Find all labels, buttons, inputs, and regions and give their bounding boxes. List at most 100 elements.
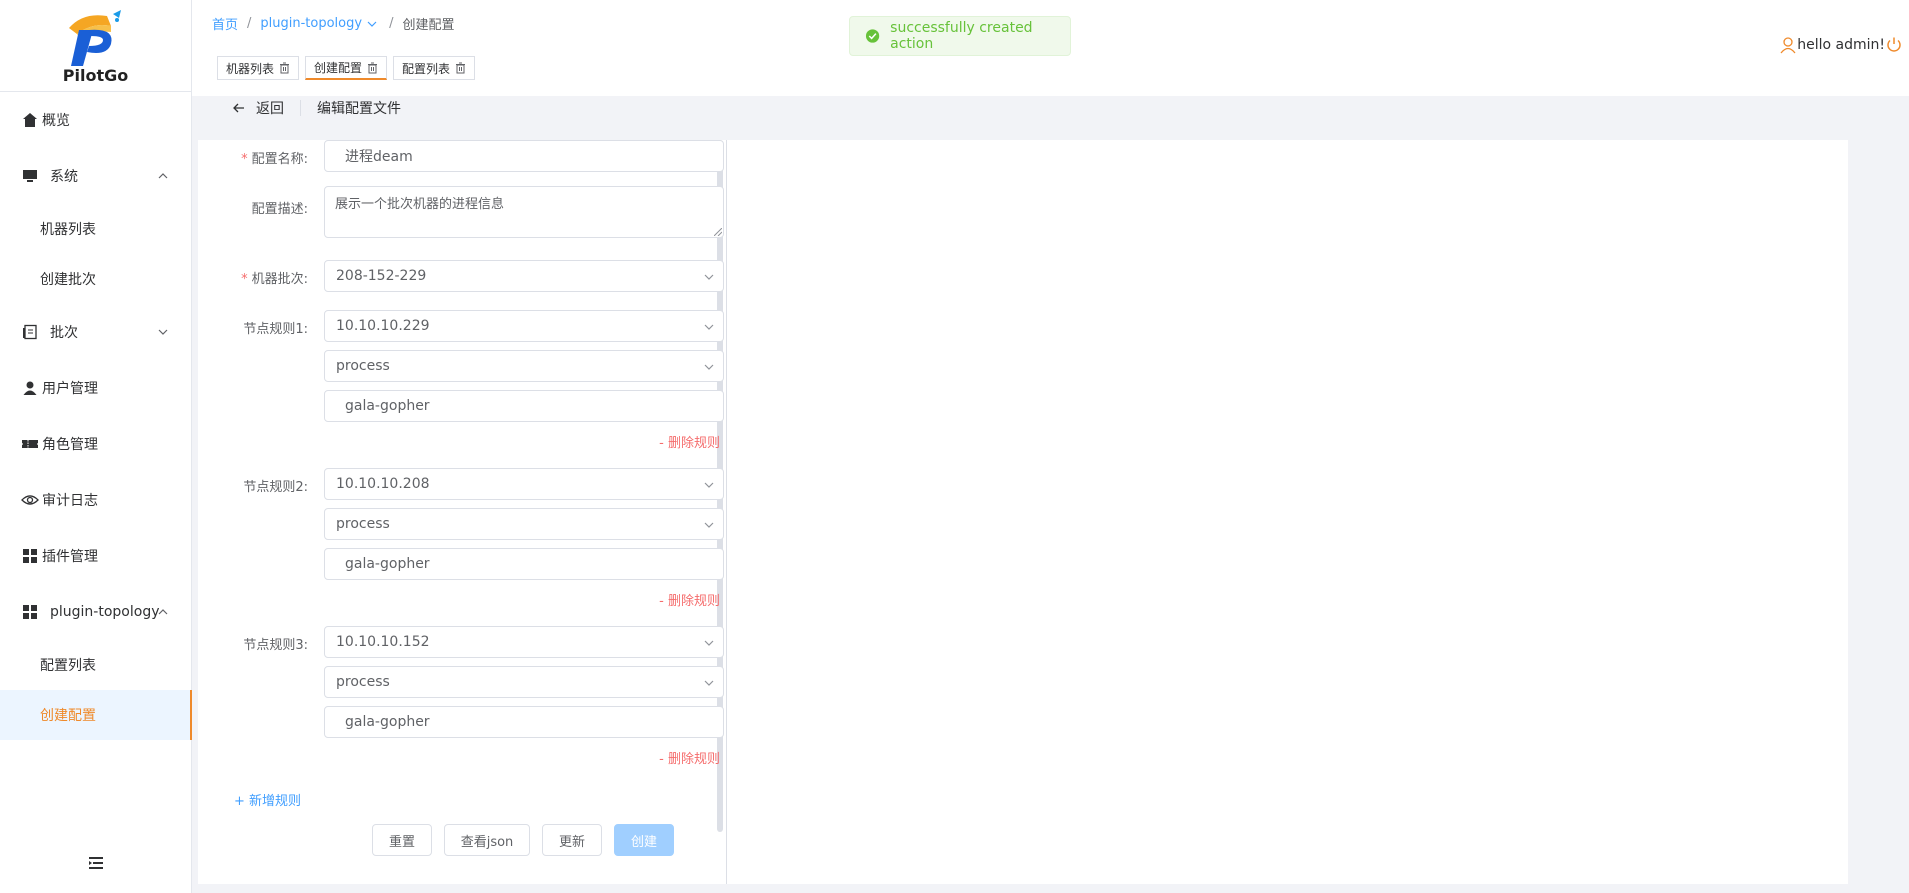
update-button[interactable]: 更新 bbox=[542, 824, 602, 856]
back-button[interactable]: 返回 bbox=[256, 98, 284, 118]
tag-create-config[interactable]: 创建配置 bbox=[305, 56, 388, 80]
breadcrumb-current: 创建配置 bbox=[402, 18, 455, 33]
chevron-up-icon bbox=[158, 609, 168, 615]
sidebar-item-system[interactable]: 系统 bbox=[0, 148, 191, 204]
ticket-icon bbox=[20, 434, 40, 454]
chevron-down-icon bbox=[158, 329, 168, 335]
sidebar-item-audit-log[interactable]: 审计日志 bbox=[0, 472, 191, 528]
rule-3-ip-select[interactable]: 10.10.10.152 bbox=[324, 626, 724, 658]
rule-3-delete-link[interactable]: - 删除规则 bbox=[659, 748, 720, 767]
rule-1-type-select[interactable]: process bbox=[324, 350, 724, 382]
page-header: 返回 编辑配置文件 bbox=[192, 96, 1909, 120]
chevron-down-icon bbox=[704, 364, 714, 370]
home-icon bbox=[20, 110, 40, 130]
sidebar-item-config-list[interactable]: 配置列表 bbox=[0, 640, 191, 690]
config-name-label: * 配置名称: bbox=[241, 152, 308, 167]
menu-collapse-icon[interactable] bbox=[86, 853, 106, 873]
chevron-down-icon bbox=[704, 482, 714, 488]
sidebar-item-plugin-management[interactable]: 插件管理 bbox=[0, 528, 191, 584]
sidebar-item-label: 系统 bbox=[50, 169, 78, 185]
config-desc-textarea[interactable]: 展示一个批次机器的进程信息 bbox=[324, 186, 724, 238]
page-title: 编辑配置文件 bbox=[317, 101, 401, 117]
sidebar-item-label: 创建批次 bbox=[40, 272, 96, 288]
sidebar-item-user-management[interactable]: 用户管理 bbox=[0, 360, 191, 416]
create-button[interactable]: 创建 bbox=[614, 824, 674, 856]
back-arrow-icon[interactable] bbox=[232, 101, 246, 115]
batch-select[interactable]: 208-152-229 bbox=[324, 260, 724, 292]
rule-2-name-input[interactable]: gala-gopher bbox=[324, 548, 724, 580]
eye-icon bbox=[20, 490, 40, 510]
breadcrumb-separator: / bbox=[389, 16, 394, 31]
rule-2-type-select[interactable]: process bbox=[324, 508, 724, 540]
power-icon[interactable] bbox=[1885, 36, 1903, 54]
user-icon bbox=[20, 378, 40, 398]
rule-2-delete-link[interactable]: - 删除规则 bbox=[659, 590, 720, 609]
topology-preview-panel bbox=[726, 140, 1848, 884]
sidebar-item-label: 用户管理 bbox=[42, 381, 98, 397]
rule-3-name-input[interactable]: gala-gopher bbox=[324, 706, 724, 738]
chevron-down-icon[interactable] bbox=[366, 18, 378, 30]
sidebar-item-label: 创建配置 bbox=[40, 708, 96, 724]
reset-button[interactable]: 重置 bbox=[372, 824, 432, 856]
sidebar-item-machine-list[interactable]: 机器列表 bbox=[0, 204, 191, 254]
sidebar-item-label: 配置列表 bbox=[40, 658, 96, 674]
rule-1-name-input[interactable]: gala-gopher bbox=[324, 390, 724, 422]
sidebar-item-create-batch[interactable]: 创建批次 bbox=[0, 254, 191, 304]
chevron-down-icon bbox=[704, 324, 714, 330]
sidebar-item-create-config[interactable]: 创建配置 bbox=[0, 690, 192, 740]
user-outline-icon bbox=[1780, 37, 1796, 54]
toast-message: successfully created action bbox=[890, 20, 1033, 52]
chevron-down-icon bbox=[704, 274, 714, 280]
sidebar-item-overview[interactable]: 概览 bbox=[0, 92, 191, 148]
sidebar-item-label: 审计日志 bbox=[42, 493, 98, 509]
grid-icon bbox=[20, 602, 40, 622]
trash-icon[interactable] bbox=[367, 62, 378, 74]
breadcrumb: 首页 / plugin-topology / 创建配置 bbox=[212, 14, 454, 33]
batch-label: * 机器批次: bbox=[241, 272, 308, 287]
success-toast: successfully created action bbox=[849, 16, 1071, 56]
tag-config-list[interactable]: 配置列表 bbox=[393, 56, 476, 80]
breadcrumb-home[interactable]: 首页 bbox=[212, 14, 238, 33]
rule-2-ip-select[interactable]: 10.10.10.208 bbox=[324, 468, 724, 500]
chevron-down-icon bbox=[704, 640, 714, 646]
sidebar-item-label: plugin-topology bbox=[50, 604, 160, 620]
breadcrumb-separator: / bbox=[247, 16, 252, 31]
chevron-down-icon bbox=[704, 680, 714, 686]
tag-label: 创建配置 bbox=[314, 61, 363, 75]
view-json-button[interactable]: 查看json bbox=[444, 824, 530, 856]
monitor-icon bbox=[20, 166, 40, 186]
rule-1-ip-select[interactable]: 10.10.10.229 bbox=[324, 310, 724, 342]
rule-1-delete-link[interactable]: - 删除规则 bbox=[659, 432, 720, 451]
sidebar: PilotGo 概览 系统 机器列表 创建批次 批次 用户管理 角色管理 审计日… bbox=[0, 0, 192, 893]
sidebar-item-plugin-topology[interactable]: plugin-topology bbox=[0, 584, 191, 640]
sidebar-item-label: 机器列表 bbox=[40, 222, 96, 238]
sidebar-item-label: 概览 bbox=[42, 113, 70, 129]
rule-3-label: 节点规则3: bbox=[243, 638, 308, 653]
rule-2-label: 节点规则2: bbox=[243, 480, 308, 495]
trash-icon[interactable] bbox=[455, 62, 466, 74]
rule-3-type-select[interactable]: process bbox=[324, 666, 724, 698]
chevron-down-icon bbox=[704, 522, 714, 528]
brand-name: PilotGo bbox=[62, 66, 129, 85]
pilotgo-logo-icon bbox=[68, 10, 121, 66]
sidebar-item-label: 插件管理 bbox=[42, 549, 98, 565]
resize-handle-icon[interactable] bbox=[714, 228, 722, 236]
tag-label: 机器列表 bbox=[226, 61, 275, 76]
trash-icon[interactable] bbox=[279, 62, 290, 74]
user-area: hello admin! bbox=[1779, 36, 1903, 54]
logo: PilotGo bbox=[0, 0, 191, 92]
batch-icon bbox=[20, 322, 40, 342]
tag-machine-list[interactable]: 机器列表 bbox=[217, 56, 300, 80]
main-content: 返回 编辑配置文件 * 配置名称: 进程deam 配置描述: 展示一个批次机器的进… bbox=[192, 96, 1909, 893]
sidebar-item-batch[interactable]: 批次 bbox=[0, 304, 191, 360]
config-name-input[interactable]: 进程deam bbox=[324, 140, 724, 172]
add-rule-link[interactable]: + 新增规则 bbox=[234, 790, 301, 809]
tag-label: 配置列表 bbox=[402, 61, 451, 76]
check-circle-icon bbox=[865, 29, 880, 43]
page-header-divider bbox=[300, 100, 301, 116]
tag-bar: 机器列表 创建配置 配置列表 bbox=[217, 56, 481, 80]
sidebar-item-label: 角色管理 bbox=[42, 437, 98, 453]
sidebar-item-role-management[interactable]: 角色管理 bbox=[0, 416, 191, 472]
breadcrumb-plugin[interactable]: plugin-topology bbox=[260, 16, 362, 31]
rule-1-label: 节点规则1: bbox=[243, 322, 308, 337]
